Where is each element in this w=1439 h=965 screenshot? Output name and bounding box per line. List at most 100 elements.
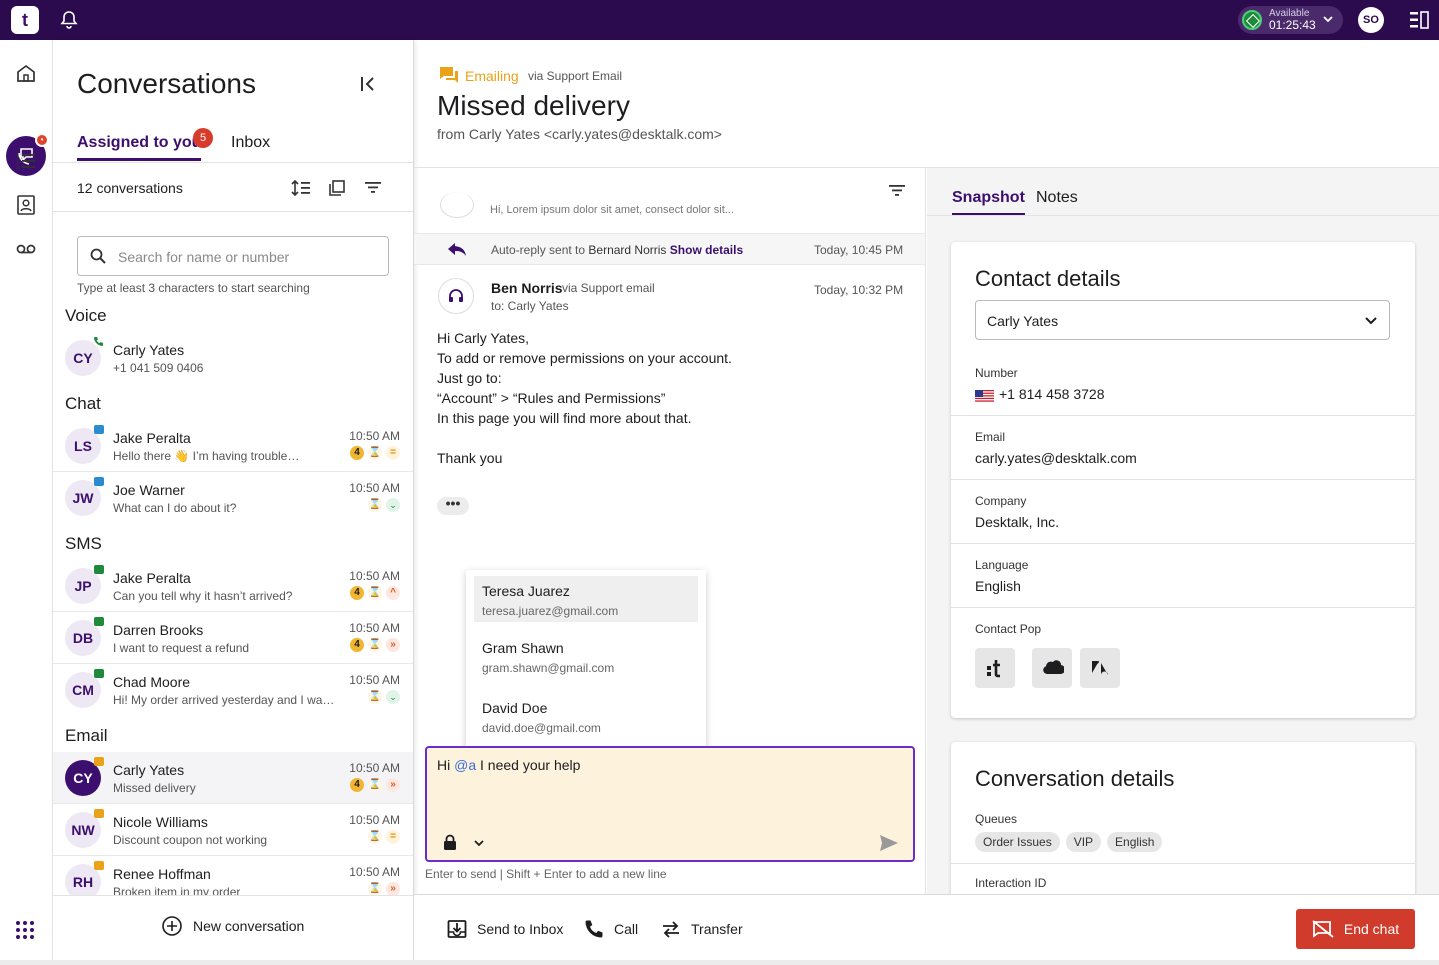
voicemail-icon[interactable] [15, 238, 37, 260]
user-avatar[interactable]: SO [1358, 7, 1384, 33]
mention-option[interactable]: Gram Shawn gram.shawn@gmail.com [474, 633, 698, 679]
conversation-row[interactable]: NW Nicole Williams Discount coupon not w… [53, 804, 413, 856]
panel-title: Conversations [77, 68, 256, 99]
search-input[interactable]: Search for name or number [77, 236, 389, 276]
message-preview: Hi! My order arrived yesterday and I was… [113, 693, 338, 707]
conversation-row[interactable]: RH Renee Hoffman Broken item in my order… [53, 856, 413, 895]
conversation-row[interactable]: CY Carly Yates +1 041 509 0406 [53, 332, 413, 384]
priority-low-icon: ⌄ [386, 690, 400, 704]
chevron-down-icon [1322, 13, 1334, 25]
mention-option[interactable]: Teresa Juarez teresa.juarez@gmail.com [474, 576, 698, 622]
contact-name: Chad Moore [113, 674, 191, 690]
end-chat-icon [1312, 920, 1334, 938]
tab-snapshot[interactable]: Snapshot [952, 189, 1025, 216]
collapse-panel-icon[interactable] [359, 76, 377, 92]
reply-composer[interactable]: Hi @a I need your help [425, 746, 915, 862]
zendesk-pop-icon[interactable] [1080, 648, 1120, 688]
call-button[interactable]: Call [584, 919, 638, 939]
bottom-strip [0, 960, 1439, 965]
section-voice: Voice [65, 306, 107, 325]
phone-number[interactable]: +1 814 458 3728 [999, 386, 1105, 402]
contact-name: Joe Warner [113, 482, 185, 498]
filter-icon[interactable] [364, 179, 382, 195]
contact-name: Darren Brooks [113, 622, 204, 638]
message-preview: Hi, Lorem ipsum dolor sit amet, consect … [490, 204, 734, 216]
conversation-row[interactable]: JW Joe Warner What can I do about it? 10… [53, 472, 413, 524]
new-conversation-button[interactable]: New conversation [161, 914, 304, 938]
mention-option[interactable]: David Doe david.doe@gmail.com [474, 693, 698, 739]
message-count-badge: 4 [350, 638, 364, 652]
select-multiple-icon[interactable] [328, 179, 346, 197]
contact-name: Jake Peralta [113, 570, 191, 586]
snapshot-panel: Snapshot Notes Contact details Carly Yat… [927, 168, 1439, 942]
hourglass-icon: ⌛ [368, 690, 382, 704]
sender-name: Ben Norris [491, 280, 563, 296]
conversations-panel: Conversations Assigned to you 5 Inbox 12… [53, 40, 414, 965]
end-chat-button[interactable]: End chat [1296, 909, 1415, 949]
lock-icon[interactable] [443, 834, 457, 850]
contact-name: Carly Yates [113, 342, 185, 358]
tab-assigned-to-you[interactable]: Assigned to you [77, 134, 202, 161]
avatar [440, 192, 474, 218]
divider [951, 863, 1415, 864]
queue-list-icon[interactable]: 123 [15, 150, 37, 172]
conversation-row[interactable]: DB Darren Brooks I want to request a ref… [53, 612, 413, 664]
timestamp: 10:50 AM [349, 673, 400, 687]
from-address: from Carly Yates <carly.yates@desktalk.c… [437, 126, 722, 142]
conversation-row-selected[interactable]: CY Carly Yates Missed delivery 10:50 AM … [53, 752, 413, 804]
queue-chip: VIP [1065, 832, 1102, 852]
salesforce-pop-icon[interactable] [1032, 648, 1072, 688]
composer-text[interactable]: Hi @a I need your help [437, 757, 580, 773]
sort-icon[interactable] [291, 179, 311, 197]
timestamp: 10:50 AM [349, 569, 400, 583]
chevron-down-icon [1363, 312, 1379, 328]
number-field: Number +1 814 458 3728 [951, 352, 1415, 416]
sms-channel-icon [94, 565, 104, 574]
transfer-icon [663, 921, 679, 938]
more-options-button[interactable]: ••• [437, 496, 469, 515]
tab-inbox[interactable]: Inbox [231, 134, 270, 152]
availability-status[interactable]: Available 01:25:43 [1238, 6, 1343, 34]
conversation-row[interactable]: CM Chad Moore Hi! My order arrived yeste… [53, 664, 413, 716]
divider [53, 162, 413, 163]
avatar: JP [65, 565, 104, 604]
bell-icon[interactable] [60, 10, 78, 30]
message-preview: Discount coupon not working [113, 833, 268, 847]
apps-grid-icon[interactable] [15, 920, 35, 940]
conversation-row[interactable]: JP Jake Peralta Can you tell why it hasn… [53, 560, 413, 612]
conversation-subject: Missed delivery [437, 90, 630, 121]
app-logo[interactable]: t [11, 6, 39, 34]
language-field: Language English [951, 544, 1415, 608]
side-panel-icon[interactable] [1409, 11, 1429, 29]
send-to-inbox-button[interactable]: Send to Inbox [447, 919, 563, 939]
talkdesk-pop-icon[interactable] [975, 648, 1015, 688]
divider [53, 211, 413, 212]
contacts-icon[interactable] [15, 194, 37, 216]
contact-name: Renee Hoffman [113, 866, 211, 882]
chat-channel-icon [94, 425, 104, 434]
timestamp: Today, 10:32 PM [814, 283, 904, 297]
email-value[interactable]: carly.yates@desktalk.com [975, 450, 1137, 466]
conversation-row[interactable]: LS Jake Peralta Hello there 👋 I’m having… [53, 420, 413, 472]
home-icon[interactable] [15, 62, 37, 84]
sms-channel-icon [94, 669, 104, 678]
action-bar: Send to Inbox Call Transfer End chat [414, 894, 1439, 965]
timestamp: Today, 10:45 PM [814, 243, 904, 257]
send-icon[interactable] [879, 834, 899, 852]
transfer-button[interactable]: Transfer [661, 919, 743, 939]
tab-notes[interactable]: Notes [1036, 189, 1078, 207]
hourglass-icon: ⌛ [368, 586, 382, 600]
show-details-link[interactable]: Show details [670, 243, 743, 257]
filter-icon[interactable] [888, 182, 906, 198]
avatar: CY [65, 757, 104, 796]
contact-select[interactable]: Carly Yates [975, 300, 1390, 340]
timestamp: 10:50 AM [349, 621, 400, 635]
svg-text:3: 3 [16, 165, 20, 172]
chevron-down-icon[interactable] [473, 837, 485, 849]
via-label: via Support Email [528, 69, 623, 83]
message-preview: Can you tell why it hasn’t arrived? [113, 589, 293, 603]
card-title: Contact details [975, 266, 1121, 291]
unread-count-badge: 5 [193, 128, 213, 148]
via-label: via Support email [562, 281, 655, 295]
queues-label: Queues [975, 812, 1018, 826]
